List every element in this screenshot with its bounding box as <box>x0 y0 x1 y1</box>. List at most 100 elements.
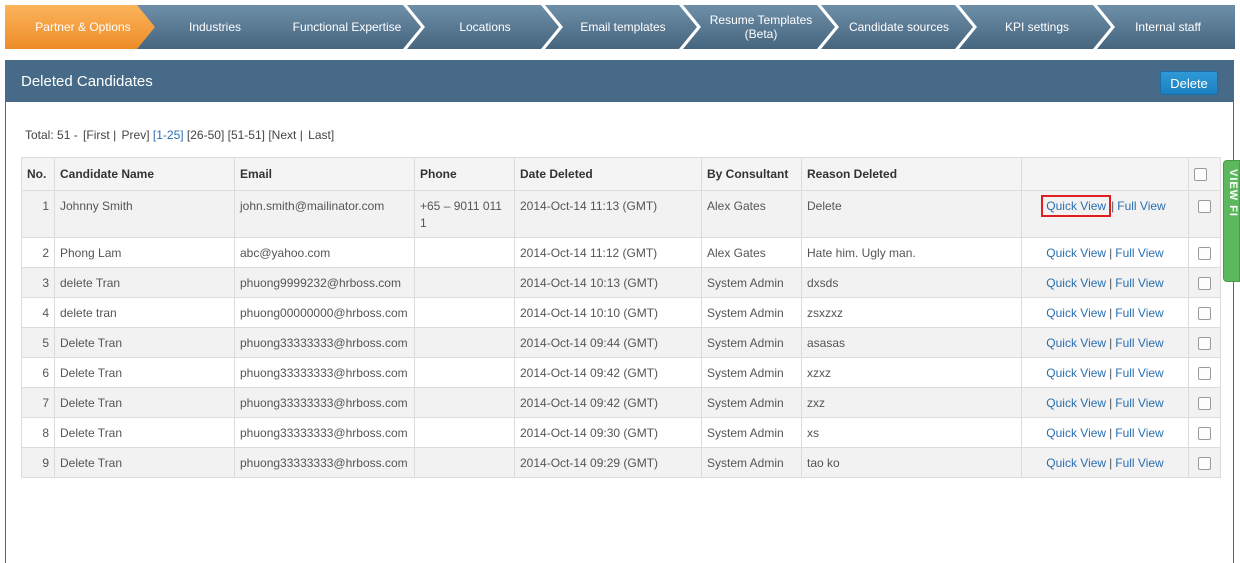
row-select <box>1188 190 1221 238</box>
page-range-1-25[interactable]: [1-25] <box>153 128 184 142</box>
step-resume-templates[interactable]: Resume Templates (Beta) <box>683 5 835 49</box>
date-deleted: 2014-Oct-14 09:42 (GMT) <box>514 357 702 388</box>
full-view-link[interactable]: Full View <box>1117 199 1165 213</box>
consultant: System Admin <box>701 417 802 448</box>
quick-view-link[interactable]: Quick View <box>1046 396 1106 410</box>
col-header-date: Date Deleted <box>514 157 702 191</box>
prev-page-link[interactable]: Prev] <box>122 128 150 142</box>
row-actions: Quick View | Full View <box>1021 417 1189 448</box>
step-label: Locations <box>459 20 511 34</box>
page-range-26-50[interactable]: [26-50] <box>187 128 224 142</box>
quick-view-link[interactable]: Quick View <box>1046 306 1106 320</box>
full-view-link[interactable]: Full View <box>1115 246 1163 260</box>
full-view-link[interactable]: Full View <box>1115 456 1163 470</box>
candidate-name: Delete Tran <box>54 357 235 388</box>
delete-button[interactable]: Delete <box>1160 71 1218 95</box>
link-separator: | <box>1109 396 1113 410</box>
side-tab-label: VIEW FI <box>1227 169 1239 217</box>
candidate-phone: +65 – 9011 011 1 <box>414 190 515 238</box>
date-deleted: 2014-Oct-14 11:12 (GMT) <box>514 237 702 268</box>
step-locations[interactable]: Locations <box>407 5 559 49</box>
quick-view-link[interactable]: Quick View <box>1046 336 1106 350</box>
row-checkbox[interactable] <box>1198 397 1211 411</box>
col-header-no: No. <box>21 157 55 191</box>
col-header-phone: Phone <box>414 157 515 191</box>
step-candidate-sources[interactable]: Candidate sources <box>821 5 973 49</box>
candidate-email: phuong33333333@hrboss.com <box>234 417 415 448</box>
panel-title: Deleted Candidates <box>21 73 153 90</box>
col-header-select <box>1188 157 1221 191</box>
step-kpi-settings[interactable]: KPI settings <box>959 5 1111 49</box>
candidate-phone <box>414 327 515 358</box>
next-page-link[interactable]: [Next <box>268 128 296 142</box>
consultant: System Admin <box>701 267 802 298</box>
full-view-link[interactable]: Full View <box>1115 396 1163 410</box>
row-checkbox[interactable] <box>1198 200 1211 214</box>
consultant: System Admin <box>701 357 802 388</box>
select-all-checkbox[interactable] <box>1194 168 1207 182</box>
row-actions: Quick View | Full View <box>1021 190 1189 238</box>
page-range-51-51[interactable]: [51-51] <box>228 128 265 142</box>
candidate-name: Delete Tran <box>54 327 235 358</box>
total-count: Total: 51 - <box>25 128 78 142</box>
candidate-name: Johnny Smith <box>54 190 235 238</box>
date-deleted: 2014-Oct-14 11:13 (GMT) <box>514 190 702 238</box>
step-functional-expertise[interactable]: Functional Expertise <box>269 5 421 49</box>
row-actions: Quick View | Full View <box>1021 447 1189 478</box>
table-row: 6 Delete Tran phuong33333333@hrboss.com … <box>21 357 1221 388</box>
link-separator: | <box>1109 366 1113 380</box>
date-deleted: 2014-Oct-14 09:29 (GMT) <box>514 447 702 478</box>
row-number: 1 <box>21 190 55 238</box>
quick-view-link[interactable]: Quick View <box>1046 426 1106 440</box>
step-email-templates[interactable]: Email templates <box>545 5 697 49</box>
table-row: 8 Delete Tran phuong33333333@hrboss.com … <box>21 417 1221 448</box>
row-checkbox[interactable] <box>1198 337 1211 351</box>
quick-view-link[interactable]: Quick View <box>1046 246 1106 260</box>
consultant: Alex Gates <box>701 237 802 268</box>
candidate-phone <box>414 357 515 388</box>
candidate-phone <box>414 447 515 478</box>
step-label: Resume Templates (Beta) <box>709 13 813 41</box>
reason-deleted: xzxz <box>801 357 1022 388</box>
quick-view-link[interactable]: Quick View <box>1041 195 1112 217</box>
candidate-name: Delete Tran <box>54 387 235 418</box>
row-checkbox[interactable] <box>1198 277 1211 291</box>
table-row: 1 Johnny Smith john.smith@mailinator.com… <box>21 190 1221 238</box>
full-view-link[interactable]: Full View <box>1115 306 1163 320</box>
step-internal-staff[interactable]: Internal staff <box>1097 5 1235 49</box>
full-view-link[interactable]: Full View <box>1115 276 1163 290</box>
link-separator: | <box>1109 276 1113 290</box>
step-label: Functional Expertise <box>292 20 402 34</box>
candidate-email: phuong33333333@hrboss.com <box>234 447 415 478</box>
candidate-phone <box>414 267 515 298</box>
quick-view-link[interactable]: Quick View <box>1046 276 1106 290</box>
last-page-link[interactable]: Last] <box>308 128 334 142</box>
consultant: Alex Gates <box>701 190 802 238</box>
deleted-candidates-table: No. Candidate Name Email Phone Date Dele… <box>21 157 1221 478</box>
full-view-link[interactable]: Full View <box>1115 426 1163 440</box>
table-row: 2 Phong Lam abc@yahoo.com 2014-Oct-14 11… <box>21 237 1221 268</box>
step-industries[interactable]: Industries <box>137 5 289 49</box>
consultant: System Admin <box>701 447 802 478</box>
reason-deleted: Delete <box>801 190 1022 238</box>
row-checkbox[interactable] <box>1198 367 1211 381</box>
full-view-link[interactable]: Full View <box>1115 366 1163 380</box>
row-select <box>1188 387 1221 418</box>
side-view-tab[interactable]: VIEW FI <box>1223 160 1240 282</box>
row-checkbox[interactable] <box>1198 427 1211 441</box>
quick-view-link[interactable]: Quick View <box>1046 366 1106 380</box>
date-deleted: 2014-Oct-14 10:13 (GMT) <box>514 267 702 298</box>
row-actions: Quick View | Full View <box>1021 387 1189 418</box>
candidate-email: phuong9999232@hrboss.com <box>234 267 415 298</box>
row-checkbox[interactable] <box>1198 457 1211 471</box>
col-header-email: Email <box>234 157 415 191</box>
candidate-name: Phong Lam <box>54 237 235 268</box>
step-partner-options[interactable]: Partner & Options <box>5 5 157 49</box>
first-page-link[interactable]: [First <box>83 128 110 142</box>
row-number: 6 <box>21 357 55 388</box>
full-view-link[interactable]: Full View <box>1115 336 1163 350</box>
row-number: 7 <box>21 387 55 418</box>
row-checkbox[interactable] <box>1198 307 1211 321</box>
quick-view-link[interactable]: Quick View <box>1046 456 1106 470</box>
row-checkbox[interactable] <box>1198 247 1211 261</box>
